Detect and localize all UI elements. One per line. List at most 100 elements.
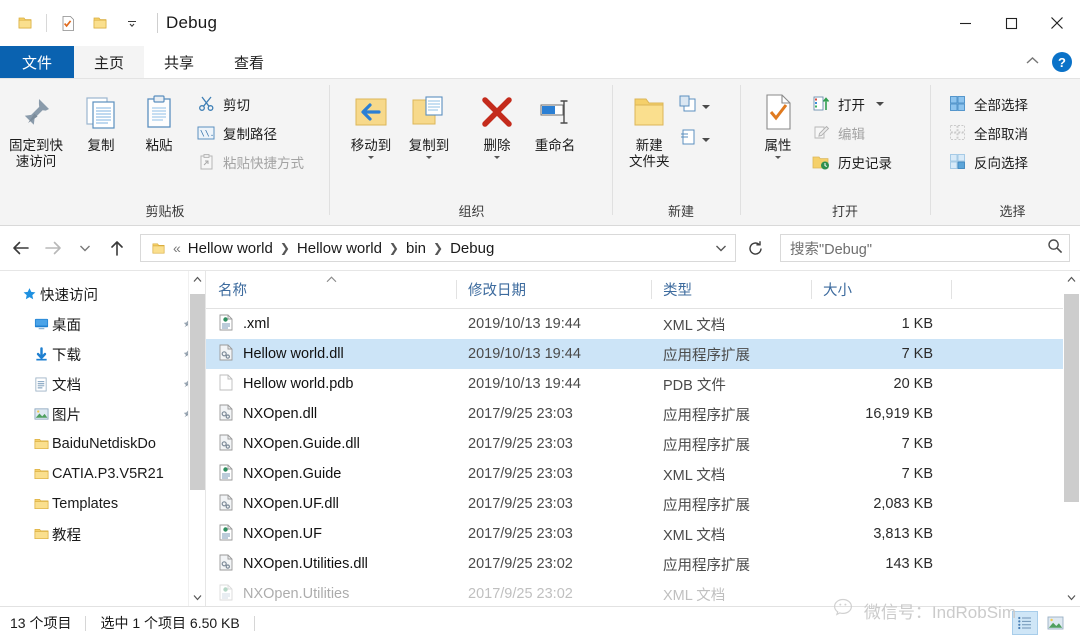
minimize-button[interactable] xyxy=(942,0,988,46)
maximize-button[interactable] xyxy=(988,0,1034,46)
sidebar-item-templates[interactable]: Templates xyxy=(0,489,205,519)
sidebar-item-tutorial[interactable]: 教程 xyxy=(0,519,205,549)
chevron-right-icon[interactable]: ❯ xyxy=(430,241,446,255)
sidebar-scroll-track[interactable] xyxy=(188,288,205,589)
column-header-date[interactable]: 修改日期 xyxy=(456,271,651,308)
scroll-down-arrow-icon[interactable] xyxy=(1063,589,1080,606)
thumbnail-view-button[interactable] xyxy=(1042,611,1068,635)
properties-button[interactable]: 属性 xyxy=(753,87,803,161)
column-header-spacer[interactable] xyxy=(951,271,1080,308)
sidebar-scrollbar[interactable] xyxy=(188,271,205,606)
cut-button[interactable]: 剪切 xyxy=(194,89,310,118)
column-header-size[interactable]: 大小 xyxy=(811,271,951,308)
paste-button[interactable]: 粘贴 xyxy=(130,87,188,156)
breadcrumb-dropdown[interactable] xyxy=(713,242,731,254)
new-item-button[interactable] xyxy=(678,95,710,118)
table-row[interactable]: NXOpen.Guide.dll 2017/9/25 23:03 应用程序扩展 … xyxy=(206,429,1080,459)
column-header-type[interactable]: 类型 xyxy=(651,271,811,308)
easy-access-dropdown-caret-icon[interactable] xyxy=(701,137,710,142)
sidebar-item-downloads[interactable]: 下载 xyxy=(0,339,205,369)
tab-file[interactable]: 文件 xyxy=(0,46,75,78)
copy-path-button[interactable]: \\.. 复制路径 xyxy=(194,118,310,147)
move-to-button[interactable]: 移动到 xyxy=(342,87,400,161)
breadcrumb-item-0[interactable]: Hellow world xyxy=(184,240,277,257)
invert-selection-button[interactable]: 反向选择 xyxy=(945,147,1034,176)
copy-to-dropdown-caret-icon[interactable] xyxy=(426,155,432,159)
history-button[interactable]: 历史记录 xyxy=(809,147,898,176)
new-folder-icon[interactable] xyxy=(85,8,115,38)
breadcrumb-bar[interactable]: « Hellow world ❯ Hellow world ❯ bin ❯ De… xyxy=(140,234,736,262)
breadcrumb-item-3[interactable]: Debug xyxy=(446,240,498,257)
search-input[interactable]: 搜索"Debug" xyxy=(790,238,1047,259)
forward-button[interactable] xyxy=(38,233,68,263)
select-none-button[interactable]: 全部取消 xyxy=(945,118,1034,147)
edit-button[interactable]: 编辑 xyxy=(809,118,898,147)
table-row[interactable]: NXOpen.Utilities 2017/9/25 23:02 XML 文档 xyxy=(206,579,1080,606)
file-name-cell[interactable]: NXOpen.UF.dll xyxy=(206,494,456,515)
sidebar-item-catia[interactable]: CATIA.P3.V5R21 xyxy=(0,459,205,489)
scroll-up-arrow-icon[interactable] xyxy=(189,271,206,288)
sidebar-item-documents[interactable]: 文档 xyxy=(0,369,205,399)
file-list-scroll-track[interactable] xyxy=(1063,288,1080,589)
file-name-cell[interactable]: NXOpen.dll xyxy=(206,404,456,425)
table-row[interactable]: NXOpen.UF.dll 2017/9/25 23:03 应用程序扩展 2,0… xyxy=(206,489,1080,519)
rename-button[interactable]: 重命名 xyxy=(526,87,584,156)
table-row[interactable]: .xml 2019/10/13 19:44 XML 文档 1 KB xyxy=(206,309,1080,339)
table-row[interactable]: Hellow world.pdb 2019/10/13 19:44 PDB 文件… xyxy=(206,369,1080,399)
file-name-cell[interactable]: NXOpen.UF xyxy=(206,524,456,545)
chevron-right-icon[interactable]: ❯ xyxy=(277,241,293,255)
table-row[interactable]: NXOpen.Guide 2017/9/25 23:03 XML 文档 7 KB xyxy=(206,459,1080,489)
refresh-button[interactable] xyxy=(740,233,770,263)
breadcrumb-item-2[interactable]: bin xyxy=(402,240,430,257)
open-dropdown-caret-icon[interactable] xyxy=(876,101,884,106)
tab-view[interactable]: 查看 xyxy=(214,46,284,78)
file-name-cell[interactable]: NXOpen.Utilities.dll xyxy=(206,554,456,575)
copy-to-button[interactable]: 复制到 xyxy=(400,87,458,161)
search-icon[interactable] xyxy=(1047,238,1063,259)
sidebar-item-desktop[interactable]: 桌面 xyxy=(0,309,205,339)
breadcrumb-overflow[interactable]: « xyxy=(170,240,184,256)
back-button[interactable] xyxy=(6,233,36,263)
details-view-button[interactable] xyxy=(1012,611,1038,635)
select-all-button[interactable]: 全部选择 xyxy=(945,89,1034,118)
customize-qat-chevron-icon[interactable] xyxy=(117,8,147,38)
new-item-dropdown-caret-icon[interactable] xyxy=(701,104,710,109)
table-row[interactable]: NXOpen.dll 2017/9/25 23:03 应用程序扩展 16,919… xyxy=(206,399,1080,429)
chevron-up-icon[interactable] xyxy=(1021,53,1044,71)
copy-button[interactable]: 复制 xyxy=(72,87,130,156)
sidebar-item-baidunetdisk[interactable]: BaiduNetdiskDo xyxy=(0,429,205,459)
easy-access-button[interactable] xyxy=(678,128,710,151)
delete-button[interactable]: 删除 xyxy=(468,87,526,161)
move-to-dropdown-caret-icon[interactable] xyxy=(368,155,374,159)
table-row[interactable]: Hellow world.dll 2019/10/13 19:44 应用程序扩展… xyxy=(206,339,1080,369)
close-button[interactable] xyxy=(1034,0,1080,46)
help-button[interactable]: ? xyxy=(1052,52,1072,72)
file-name-cell[interactable]: .xml xyxy=(206,314,456,335)
scroll-down-arrow-icon[interactable] xyxy=(189,589,206,606)
search-box[interactable]: 搜索"Debug" xyxy=(780,234,1070,262)
sidebar-scroll-thumb[interactable] xyxy=(189,294,205,490)
sidebar-item-pictures[interactable]: 图片 xyxy=(0,399,205,429)
column-header-name[interactable]: 名称 xyxy=(206,271,456,308)
sidebar-item-quick-access[interactable]: 快速访问 xyxy=(0,279,205,309)
file-name-cell[interactable]: NXOpen.Guide xyxy=(206,464,456,485)
tab-share[interactable]: 共享 xyxy=(144,46,214,78)
file-name-cell[interactable]: Hellow world.dll xyxy=(206,344,456,365)
table-row[interactable]: NXOpen.Utilities.dll 2017/9/25 23:02 应用程… xyxy=(206,549,1080,579)
file-list-scroll-thumb[interactable] xyxy=(1064,294,1079,502)
file-name-cell[interactable]: NXOpen.Guide.dll xyxy=(206,434,456,455)
pin-to-quick-access-button[interactable]: 固定到快 速访问 xyxy=(0,87,72,172)
folder-icon[interactable] xyxy=(10,8,40,38)
delete-dropdown-caret-icon[interactable] xyxy=(494,155,500,159)
table-row[interactable]: NXOpen.UF 2017/9/25 23:03 XML 文档 3,813 K… xyxy=(206,519,1080,549)
file-name-cell[interactable]: Hellow world.pdb xyxy=(206,374,456,395)
breadcrumb-item-1[interactable]: Hellow world xyxy=(293,240,386,257)
recent-locations-button[interactable] xyxy=(70,233,100,263)
up-button[interactable] xyxy=(102,233,132,263)
paste-shortcut-button[interactable]: 粘贴快捷方式 xyxy=(194,147,310,176)
file-list-scrollbar[interactable] xyxy=(1063,271,1080,606)
open-button[interactable]: 打开 xyxy=(809,89,898,118)
properties-dropdown-caret-icon[interactable] xyxy=(775,155,781,159)
file-name-cell[interactable]: NXOpen.Utilities xyxy=(206,584,456,605)
properties-icon[interactable] xyxy=(53,8,83,38)
